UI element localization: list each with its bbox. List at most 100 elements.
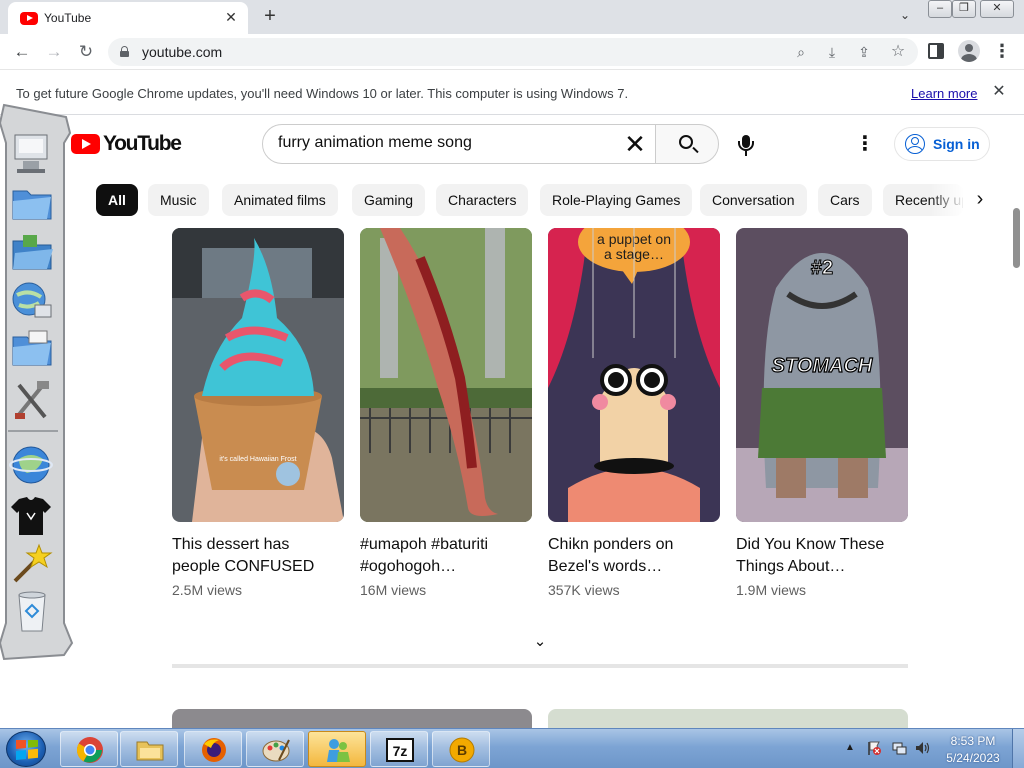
short-title[interactable]: #umapoh #baturiti #ogohogoh… <box>360 534 532 578</box>
forward-button[interactable]: → <box>42 40 66 64</box>
youtube-header: YouTube ✕ ⋮ Sign in <box>0 116 1024 172</box>
short-thumbnail[interactable]: a puppet on a stage… <box>548 228 720 522</box>
short-overlay-text: it's called Hawaiian Frost <box>219 456 296 463</box>
short-item[interactable]: #umapoh #baturiti #ogohogoh… 16M views <box>360 228 532 598</box>
action-center-flag-icon[interactable] <box>866 740 882 756</box>
taskbar-7zip-button[interactable]: 7z <box>370 731 428 767</box>
microphone-icon[interactable] <box>735 132 757 158</box>
short-item[interactable]: #2 STOMACH Did You Know These Things Abou… <box>736 228 908 598</box>
short-thumbnail[interactable]: it's called Hawaiian Frost <box>172 228 344 522</box>
clear-search-icon[interactable]: ✕ <box>619 128 651 160</box>
tools-icon[interactable] <box>9 377 55 421</box>
firefox-icon <box>202 738 226 762</box>
close-window-button[interactable]: ✕ <box>980 0 1014 18</box>
folder-icon[interactable] <box>9 181 55 225</box>
chip-all[interactable]: All <box>96 184 138 216</box>
chip-music[interactable]: Music <box>148 184 209 216</box>
tab-youtube[interactable]: YouTube ✕ <box>8 2 248 34</box>
search-button[interactable] <box>655 124 719 164</box>
computer-icon[interactable] <box>9 131 55 175</box>
reload-button[interactable]: ↻ <box>74 40 98 64</box>
folder-open-icon[interactable] <box>9 231 55 275</box>
tab-search-icon[interactable]: ⌄ <box>895 8 915 26</box>
back-button[interactable]: ← <box>10 40 34 64</box>
network-icon[interactable] <box>891 740 907 756</box>
tshirt-icon[interactable] <box>9 493 55 537</box>
taskbar-chrome-button[interactable] <box>60 731 118 767</box>
short-views: 16M views <box>360 582 427 598</box>
address-bar[interactable]: youtube.com ⌕ ⤓ ⇪ ☆ <box>108 38 918 66</box>
short-item[interactable]: it's called Hawaiian Frost This dessert … <box>172 228 344 598</box>
filter-chips-bar: All Music Animated films Gaming Characte… <box>0 180 1024 218</box>
short-thumbnail[interactable]: #2 STOMACH <box>736 228 908 522</box>
tab-strip: YouTube ✕ + ⌄ – ❐ ✕ <box>0 0 1024 34</box>
search-box[interactable]: ✕ <box>262 124 656 164</box>
start-button[interactable] <box>6 731 46 767</box>
short-views: 2.5M views <box>172 582 243 598</box>
bookmark-star-icon[interactable]: ☆ <box>888 42 908 62</box>
update-infobar: To get future Google Chrome updates, you… <box>0 71 1024 115</box>
svg-text:7z: 7z <box>393 743 408 759</box>
chip-conversation[interactable]: Conversation <box>700 184 807 216</box>
share-icon[interactable]: ⇪ <box>854 42 874 62</box>
magic-wand-icon[interactable] <box>9 541 55 585</box>
desktop-dock <box>0 103 76 663</box>
sign-in-label: Sign in <box>933 136 980 152</box>
chrome-icon <box>76 737 103 763</box>
more-options-icon[interactable]: ⋮ <box>855 132 875 158</box>
scrollbar-thumb[interactable] <box>1013 208 1020 268</box>
clock-date[interactable]: 5/24/2023 <box>941 751 1005 765</box>
search-zoom-icon[interactable]: ⌕ <box>791 42 811 62</box>
taskbar-firefox-button[interactable] <box>184 731 242 767</box>
learn-more-link[interactable]: Learn more <box>911 86 977 101</box>
sign-in-button[interactable]: Sign in <box>894 127 990 161</box>
install-app-icon[interactable]: ⤓ <box>822 42 842 62</box>
taskbar-paint-button[interactable] <box>246 731 304 767</box>
taskbar-bitcoin-button[interactable]: B <box>432 731 490 767</box>
chevron-down-icon[interactable]: ⌄ <box>530 632 550 652</box>
chip-role-playing-games[interactable]: Role-Playing Games <box>540 184 693 216</box>
new-tab-button[interactable]: + <box>258 4 282 28</box>
bitcoin-icon: B <box>449 737 475 763</box>
shelf-divider <box>172 664 908 668</box>
tab-close-icon[interactable]: ✕ <box>222 8 240 26</box>
tray-expand-icon[interactable]: ▲ <box>845 742 855 753</box>
profile-avatar-icon[interactable] <box>958 40 980 62</box>
chip-animated-films[interactable]: Animated films <box>222 184 338 216</box>
search-icon <box>679 135 693 149</box>
url-text[interactable]: youtube.com <box>142 44 222 60</box>
clock-time[interactable]: 8:53 PM <box>945 734 1001 748</box>
chip-characters[interactable]: Characters <box>436 184 529 216</box>
explorer-icon <box>136 741 164 761</box>
taskbar-explorer-button[interactable] <box>120 731 178 767</box>
chevron-right-icon[interactable]: › <box>966 186 994 214</box>
browser-toolbar: ← → ↻ youtube.com ⌕ ⤓ ⇪ ☆ ⋮ <box>0 34 1024 70</box>
short-title[interactable]: Chikn ponders on Bezel's words… <box>548 534 720 578</box>
short-item[interactable]: a puppet on a stage… Chikn ponders onBez… <box>548 228 720 598</box>
infobar-close-icon[interactable]: ✕ <box>990 83 1008 101</box>
chrome-menu-icon[interactable]: ⋮ <box>992 40 1012 64</box>
side-panel-icon[interactable] <box>928 43 944 59</box>
taskbar-messenger-button[interactable] <box>308 731 366 767</box>
short-title[interactable]: This dessert has people CONFUSED <box>172 534 344 578</box>
search-input[interactable] <box>278 134 608 152</box>
svg-text:B: B <box>457 742 467 758</box>
volume-icon[interactable] <box>914 740 930 756</box>
lock-icon[interactable] <box>120 46 129 57</box>
globe-network-icon[interactable] <box>9 279 55 323</box>
short-overlay-text: #2 <box>811 257 833 279</box>
chip-cars[interactable]: Cars <box>818 184 872 216</box>
globe-icon[interactable] <box>9 443 55 487</box>
7zip-icon: 7z <box>386 738 414 762</box>
show-desktop-button[interactable] <box>1012 729 1024 768</box>
recycle-bin-icon[interactable] <box>9 589 55 633</box>
short-thumbnail[interactable] <box>360 228 532 522</box>
youtube-logo-text[interactable]: YouTube <box>103 132 182 156</box>
chip-gaming[interactable]: Gaming <box>352 184 426 216</box>
restore-button[interactable]: ❐ <box>952 0 976 18</box>
folder-pictures-icon[interactable] <box>9 327 55 371</box>
short-title[interactable]: Did You Know These Things About… <box>736 534 908 578</box>
minimize-button[interactable]: – <box>928 0 952 18</box>
short-overlay-text: STOMACH <box>772 355 873 377</box>
short-views: 1.9M views <box>736 582 807 598</box>
